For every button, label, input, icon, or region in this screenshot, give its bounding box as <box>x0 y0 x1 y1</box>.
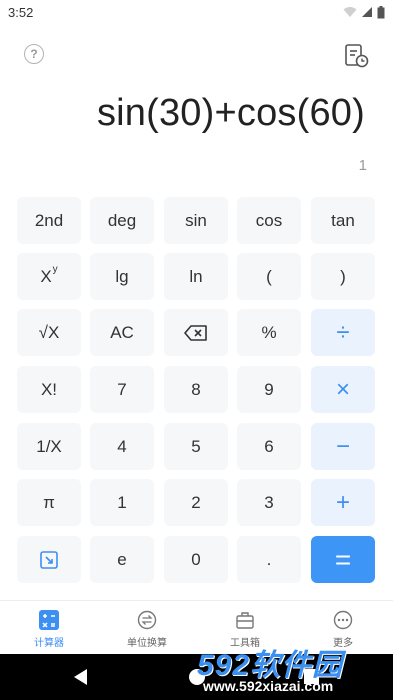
key-√X[interactable]: √X <box>17 309 81 356</box>
key-lg[interactable]: lg <box>90 253 154 300</box>
status-time: 3:52 <box>8 4 34 20</box>
nav-label: 计算器 <box>34 638 64 649</box>
key-label: 1/X <box>36 436 62 456</box>
bottom-navigation: 计算器 单位换算 工具箱 更多 <box>0 600 393 654</box>
key-3[interactable]: 3 <box>237 479 301 526</box>
key-label: 5 <box>191 436 201 456</box>
key-sin[interactable]: sin <box>164 197 228 244</box>
key-4[interactable]: 4 <box>90 423 154 470</box>
key-label: 0 <box>191 549 201 569</box>
status-icons <box>343 5 385 19</box>
nav-item-calculator[interactable]: 计算器 <box>0 607 98 653</box>
system-navigation-bar <box>0 654 393 700</box>
wifi-icon <box>343 7 357 17</box>
key-=[interactable]: = <box>311 536 375 583</box>
back-icon[interactable] <box>74 669 87 685</box>
key-deg[interactable]: deg <box>90 197 154 244</box>
key-2[interactable]: 2 <box>164 479 228 526</box>
key-label: sin <box>185 210 207 230</box>
result-display: 1 <box>358 157 367 174</box>
key-label: cos <box>255 210 283 230</box>
key-label: 9 <box>264 379 274 399</box>
key-label: 8 <box>191 379 201 399</box>
key-label: X! <box>40 379 58 399</box>
key-label: √X <box>38 322 60 342</box>
key-1/X[interactable]: 1/X <box>17 423 81 470</box>
key-label: − <box>335 432 350 460</box>
more-icon <box>333 610 353 630</box>
backspace-key[interactable] <box>164 309 228 356</box>
key-label: 2 <box>191 492 201 512</box>
key-6[interactable]: 6 <box>237 423 301 470</box>
key-superscript: y <box>52 264 58 275</box>
collapse-icon <box>39 550 59 570</box>
key-label: 6 <box>264 436 274 456</box>
status-bar: 3:52 <box>0 0 393 24</box>
key-label: ) <box>340 266 346 286</box>
key-×[interactable]: × <box>311 366 375 413</box>
expression-display: sin(30)+cos(60) <box>96 92 365 134</box>
key-5[interactable]: 5 <box>164 423 228 470</box>
key-2nd[interactable]: 2nd <box>17 197 81 244</box>
key-label: ÷ <box>336 318 350 346</box>
key-π[interactable]: π <box>17 479 81 526</box>
key-.[interactable]: . <box>237 536 301 583</box>
nav-item-unit-convert[interactable]: 单位换算 <box>98 607 196 653</box>
key-0[interactable]: 0 <box>164 536 228 583</box>
key-AC[interactable]: AC <box>90 309 154 356</box>
key-%[interactable]: % <box>237 309 301 356</box>
key-1[interactable]: 1 <box>90 479 154 526</box>
key-X[interactable]: Xy <box>17 253 81 300</box>
key-+[interactable]: + <box>311 479 375 526</box>
battery-icon <box>377 5 385 18</box>
key-)[interactable]: ) <box>311 253 375 300</box>
nav-item-more[interactable]: 更多 <box>294 607 392 653</box>
backspace-icon <box>184 324 208 341</box>
key-label: deg <box>107 210 137 230</box>
key-label: X <box>40 266 52 286</box>
key-label: e <box>117 549 127 569</box>
key-tan[interactable]: tan <box>311 197 375 244</box>
key-÷[interactable]: ÷ <box>311 309 375 356</box>
calculator-icon <box>39 610 59 630</box>
key-([interactable]: ( <box>237 253 301 300</box>
key-ln[interactable]: ln <box>164 253 228 300</box>
key-e[interactable]: e <box>90 536 154 583</box>
key-cos[interactable]: cos <box>237 197 301 244</box>
key-−[interactable]: − <box>311 423 375 470</box>
nav-label: 工具箱 <box>230 638 260 649</box>
key-label: = <box>334 543 352 575</box>
key-7[interactable]: 7 <box>90 366 154 413</box>
key-label: AC <box>110 322 134 342</box>
key-label: lg <box>115 266 129 286</box>
nav-item-toolbox[interactable]: 工具箱 <box>196 607 294 653</box>
key-label: 4 <box>117 436 127 456</box>
key-label: 1 <box>117 492 127 512</box>
key-label: π <box>43 492 55 512</box>
toolbox-icon <box>235 610 255 630</box>
key-label: 3 <box>264 492 274 512</box>
key-label: + <box>335 488 350 516</box>
nav-label: 更多 <box>333 638 353 649</box>
home-icon[interactable] <box>189 669 205 685</box>
key-label: ln <box>189 266 203 286</box>
key-label: . <box>266 549 272 569</box>
key-9[interactable]: 9 <box>237 366 301 413</box>
key-X![interactable]: X! <box>17 366 81 413</box>
key-label: tan <box>331 210 355 230</box>
signal-icon <box>362 7 372 17</box>
top-toolbar: ? <box>0 34 393 74</box>
unit-convert-icon <box>137 610 157 630</box>
help-icon[interactable]: ? <box>24 44 44 64</box>
key-label: × <box>335 375 350 403</box>
key-label: 7 <box>117 379 127 399</box>
key-label: ( <box>266 266 272 286</box>
recents-icon[interactable] <box>304 669 319 684</box>
key-label: % <box>261 322 277 342</box>
key-8[interactable]: 8 <box>164 366 228 413</box>
key-label: 2nd <box>34 210 64 230</box>
collapse-key[interactable] <box>17 536 81 583</box>
history-icon[interactable] <box>342 42 370 70</box>
nav-label: 单位换算 <box>127 638 167 649</box>
